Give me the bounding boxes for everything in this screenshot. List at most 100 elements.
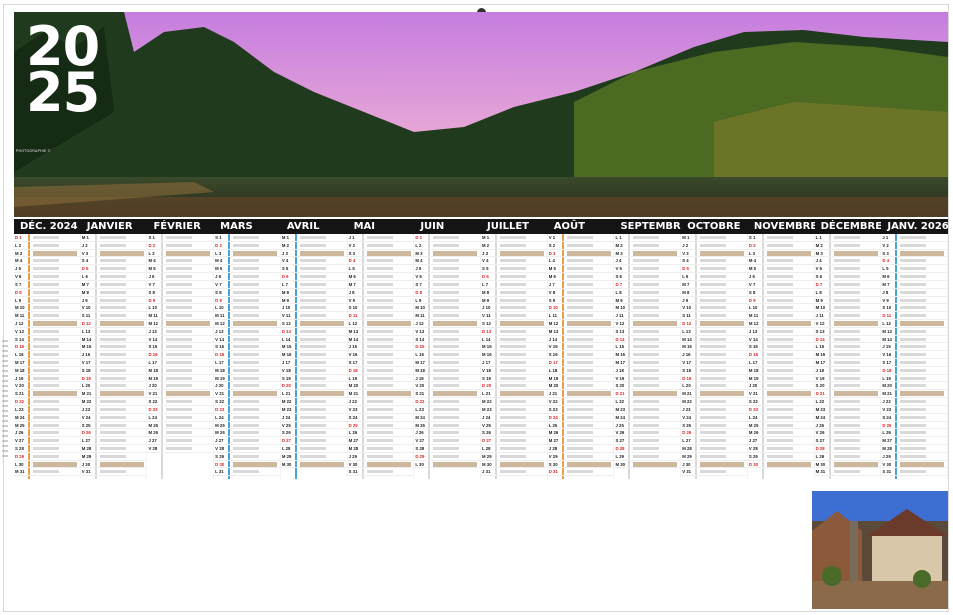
day-number: V 15 — [548, 344, 558, 350]
day-number: M 16 — [482, 352, 492, 358]
saint-name — [566, 415, 593, 419]
saint-name — [766, 243, 793, 247]
saint-name — [500, 306, 527, 310]
day-row: M 16 — [280, 351, 347, 359]
saint-name — [99, 306, 126, 310]
day-row: S 12 — [481, 320, 547, 328]
saint-name — [833, 454, 860, 458]
day-number: M 5 — [215, 266, 223, 272]
saint-name — [366, 454, 393, 458]
saint-name — [900, 361, 927, 364]
day-number: M 13 — [348, 328, 359, 334]
day-number: S 8 — [148, 289, 155, 295]
saint-name — [566, 439, 593, 443]
day-number: V 18 — [482, 367, 491, 373]
day-row: D 12 — [681, 320, 747, 328]
day-number: J 15 — [882, 344, 891, 350]
day-row: M 23 — [614, 406, 681, 414]
saint-name — [566, 329, 593, 333]
saint-name — [766, 391, 811, 397]
day-number: D 30 — [748, 461, 758, 467]
day-row: J 30 — [681, 461, 747, 469]
saint-name — [233, 376, 260, 380]
saint-name — [633, 282, 660, 286]
day-row: S 8 — [747, 289, 814, 297]
day-number: M 29 — [482, 453, 492, 459]
saint-name — [500, 267, 527, 271]
saint-name — [833, 329, 860, 333]
saint-name — [433, 376, 460, 380]
day-row: D 21 — [614, 390, 681, 399]
day-number: D 19 — [81, 375, 91, 381]
day-row: L 17 — [147, 359, 214, 367]
day-number: V 3 — [81, 250, 89, 256]
day-number: D 17 — [548, 360, 558, 365]
day-number: V 21 — [148, 391, 158, 397]
day-row: M 4 — [214, 257, 280, 266]
saint-name — [833, 439, 860, 443]
day-row: M 31 — [14, 468, 80, 477]
day-number: M 9 — [482, 297, 490, 303]
saint-name — [33, 282, 59, 286]
saint-name — [500, 353, 527, 357]
saint-name — [700, 337, 727, 341]
day-row: M 30 — [481, 461, 547, 469]
day-row: M 2 — [481, 242, 547, 250]
day-number: L 23 — [415, 406, 424, 412]
saint-name — [299, 306, 326, 310]
saint-name — [33, 361, 59, 364]
day-number: S 24 — [348, 414, 358, 420]
day-row: J 5 — [14, 265, 80, 274]
day-row: D 19 — [80, 375, 147, 383]
day-row: J 19 — [414, 375, 481, 383]
day-row: L 20 — [681, 382, 747, 391]
day-number: M 14 — [81, 336, 92, 342]
saint-name — [33, 470, 59, 474]
day-number: S 15 — [148, 344, 158, 350]
day-row: J 13 — [147, 328, 214, 336]
saint-name — [433, 368, 460, 372]
day-number: M 20 — [548, 383, 559, 389]
day-row: M 29 — [280, 453, 347, 461]
day-number: L 5 — [882, 266, 889, 272]
day-row: D 16 — [747, 351, 814, 359]
day-number: V 6 — [15, 274, 22, 280]
day-number: J 25 — [815, 422, 824, 428]
saint-name — [33, 314, 59, 318]
day-row: J 30 — [80, 461, 147, 469]
day-number: M 15 — [281, 344, 292, 350]
saint-name — [166, 298, 193, 302]
saint-name — [366, 423, 393, 427]
day-number: M 18 — [15, 367, 25, 373]
day-row: V 21 — [214, 390, 280, 399]
day-row: S 27 — [614, 437, 681, 445]
saint-name — [566, 290, 593, 294]
day-row: D 16 — [214, 351, 280, 359]
day-number: L 13 — [81, 328, 91, 334]
saint-name — [766, 368, 793, 372]
day-row: L 16 — [414, 351, 481, 359]
day-row: V 28 — [214, 445, 280, 453]
day-number: J 10 — [482, 305, 491, 311]
day-number: M 19 — [548, 375, 559, 381]
day-number: M 24 — [415, 414, 425, 420]
day-number: D 12 — [682, 320, 692, 326]
saint-name — [299, 391, 344, 397]
saint-name — [566, 400, 593, 404]
saint-name — [166, 250, 211, 256]
day-number: M 1 — [682, 235, 690, 240]
day-number: D 14 — [815, 336, 825, 342]
day-number: S 1 — [148, 235, 155, 240]
day-number: J 23 — [682, 406, 691, 412]
day-row: D 30 — [214, 461, 280, 469]
saint-name — [766, 250, 811, 256]
day-number: D 7 — [615, 281, 623, 287]
month-header: JANV. 2026 — [887, 221, 949, 232]
day-number: M 12 — [748, 320, 759, 326]
month-column: M 1 J 2 V 3 S 4 D 5 L 6M 7 M 8 J 9 V 10 S 11 D 12 L… — [681, 234, 748, 479]
day-row: S 18 — [681, 367, 747, 375]
day-number: S 6 — [615, 274, 622, 280]
day-row: D 4 — [881, 257, 948, 266]
day-number: S 27 — [615, 438, 625, 444]
day-row: M 25 — [147, 422, 214, 430]
